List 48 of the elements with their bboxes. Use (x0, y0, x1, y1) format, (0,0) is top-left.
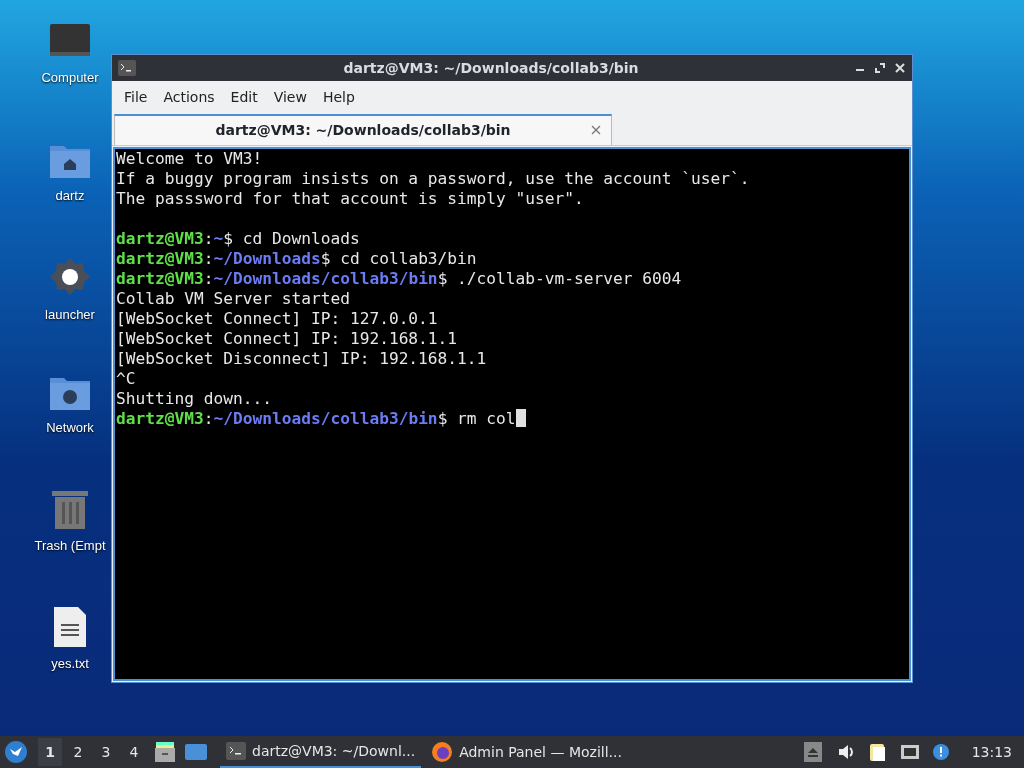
terminal-line: dartz@VM3:~/Downloads/collab3/bin$ rm col (116, 409, 516, 428)
terminal-line: ^C (116, 369, 136, 388)
terminal-line: If a buggy program insists on a password, use the account `user`. (116, 169, 750, 188)
browser-icon (431, 741, 454, 763)
workspace-button[interactable]: 3 (94, 738, 118, 766)
file-cabinet-icon[interactable] (154, 741, 176, 763)
workspace-button[interactable]: 1 (38, 738, 62, 766)
terminal-line: dartz@VM3:~$ cd Downloads (116, 229, 360, 248)
terminal-line: dartz@VM3:~/Downloads/collab3/bin$ ./collab-vm-server 6004 (116, 269, 682, 288)
menu-item[interactable]: Actions (155, 86, 223, 108)
terminal-line: [WebSocket Connect] IP: 192.168.1.1 (116, 329, 458, 348)
terminal-line: dartz@VM3:~/Downloads$ cd collab3/bin (116, 249, 477, 268)
eject-icon[interactable] (803, 742, 824, 762)
desktop-icon-label[interactable]: launcher (45, 305, 95, 325)
restore-button[interactable] (874, 62, 886, 74)
terminal-line: Welcome to VM3! (116, 149, 263, 168)
close-tab-icon[interactable] (591, 125, 601, 135)
terminal-icon (118, 60, 136, 76)
desktop-icon-label[interactable]: yes.txt (51, 654, 89, 674)
desktop-icon[interactable] (184, 742, 208, 762)
clipboard-icon[interactable] (867, 742, 888, 762)
clock: 13:13 (971, 742, 1012, 762)
menu-item[interactable]: Edit (222, 86, 266, 108)
terminal-line: [WebSocket Disconnect] IP: 192.168.1.1 (116, 349, 487, 368)
window-title: dartz@VM3: ~/Downloads/collab3/bin (342, 58, 640, 78)
workspace-button[interactable]: 2 (66, 738, 90, 766)
taskbar-task[interactable]: dartz@VM3: ~/Downl... (220, 736, 422, 768)
start-menu-icon[interactable] (4, 740, 28, 764)
menu-item[interactable]: Help (314, 86, 363, 108)
trash-icon[interactable] (50, 488, 90, 530)
terminal-line: Collab VM Server started (116, 289, 350, 308)
terminal-line: The passsword for that account is simply "user". (116, 189, 584, 208)
alert-icon[interactable] (931, 742, 952, 762)
desktop-icon-label[interactable]: Network (46, 418, 94, 438)
menu-item[interactable]: File (116, 86, 156, 108)
close-button[interactable] (894, 62, 906, 74)
terminal-line: [WebSocket Connect] IP: 127.0.0.1 (116, 309, 438, 328)
text-file-icon[interactable] (52, 606, 88, 648)
desktop-icon-label[interactable]: Trash (Empt (34, 536, 106, 556)
menu-item[interactable]: View (265, 86, 315, 108)
terminal-line: Shutting down... (116, 389, 272, 408)
terminal-tab[interactable]: dartz@VM3: ~/Downloads/collab3/bin (114, 114, 612, 145)
desktop-icon-label[interactable]: Computer (41, 68, 99, 88)
terminal-icon (226, 742, 246, 760)
network-port-icon[interactable] (899, 742, 920, 762)
workspace-button[interactable]: 4 (122, 738, 146, 766)
desktop-icon-label[interactable]: dartz (55, 186, 85, 206)
taskbar-task[interactable]: Admin Panel — Mozill... (425, 736, 628, 768)
